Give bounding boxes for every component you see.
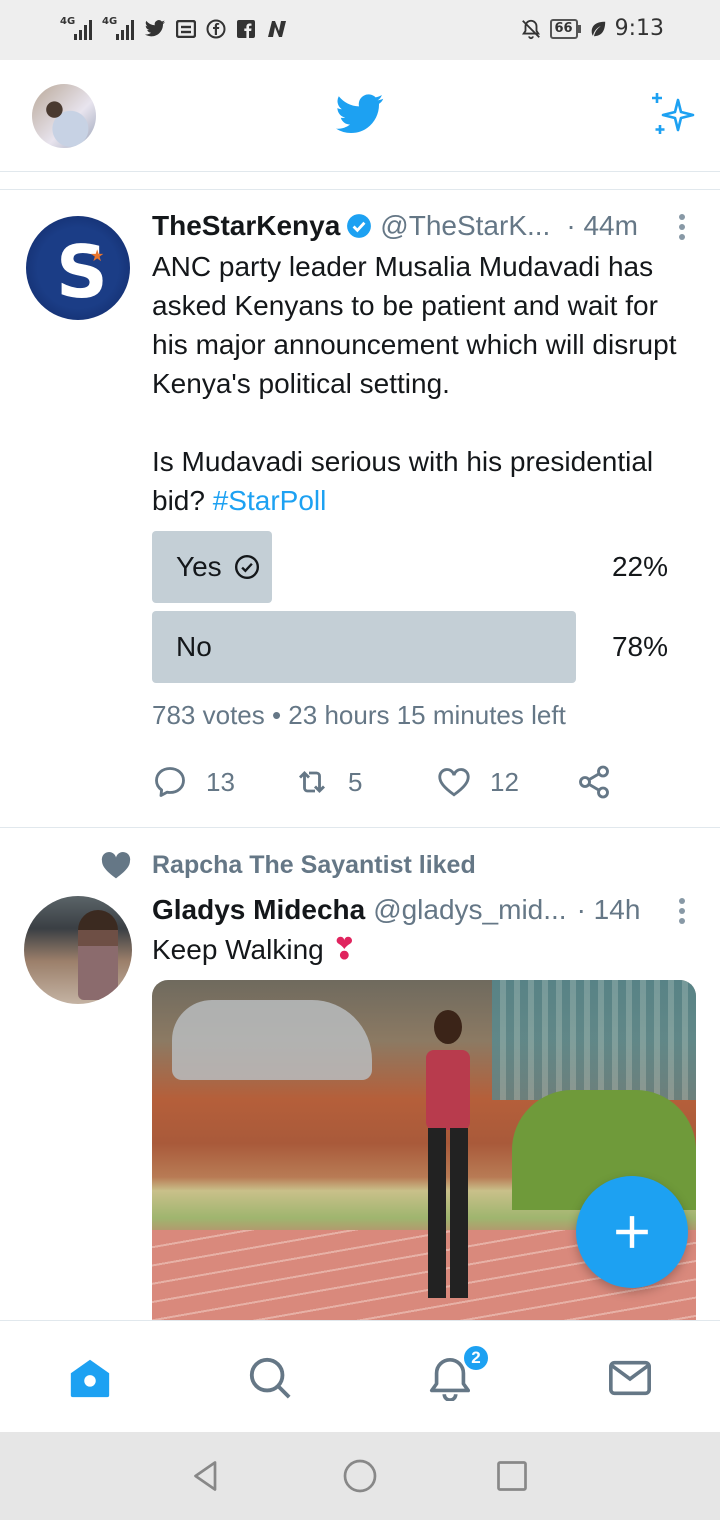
signal-icon: 4G [60,16,92,40]
feed-divider [0,189,720,190]
tweet-timestamp[interactable]: · 44m [566,210,638,242]
like-button[interactable]: 12 [436,764,519,800]
poll-percent: 78% [611,631,668,662]
system-navigation-bar [0,1432,720,1520]
tweet-header: Gladys Midecha @gladys_mid... · 14h [152,890,640,930]
bottom-navigation [0,1320,720,1432]
tweet-text: Keep Walking ❣ [152,933,357,966]
feed-divider [0,827,720,828]
tweet-author-handle[interactable]: @gladys_mid... [373,894,566,926]
poll-meta: 783 votes • 23 hours 15 minutes left [152,700,566,730]
verified-badge-icon [347,214,372,238]
tweet-avatar[interactable] [24,896,132,1004]
share-icon [579,765,609,799]
status-right-icons: 66 9:13 [520,16,664,41]
retweet-icon [298,770,326,794]
reply-icon [155,767,185,797]
message-icon [176,20,196,38]
plus-icon [616,1216,648,1248]
poll-bar [152,611,577,683]
tweet-header: TheStarKenya @TheStarK... · 44m [152,206,638,246]
notifications-badge: 2 [462,1344,490,1372]
poll-option-yes: Yes 22% [152,531,696,603]
nav-messages[interactable] [607,1355,653,1401]
tweet-text: ANC party leader Musalia Mudavadi has as… [152,251,677,516]
signal-icon: 4G [102,16,134,40]
messages-icon [609,1360,651,1396]
reply-button[interactable]: 13 [152,764,235,800]
retweet-button[interactable]: 5 [294,764,362,800]
nav-search[interactable] [247,1355,293,1401]
status-left-icons: 4G 4G [60,16,288,40]
home-circle-icon[interactable] [342,1458,378,1494]
hashtag-link[interactable]: #StarPoll [213,485,327,516]
n-app-icon [268,21,286,37]
share-button[interactable] [576,764,612,800]
nav-home[interactable] [67,1355,113,1401]
back-icon[interactable] [188,1458,224,1494]
clock: 9:13 [614,16,664,41]
top-app-bar [0,60,720,172]
heart-exclamation-emoji: ❣ [331,933,357,966]
recents-icon[interactable] [494,1458,530,1494]
profile-avatar[interactable] [32,84,96,148]
compose-tweet-button[interactable] [576,1176,688,1288]
tweet-author-name[interactable]: TheStarKenya [152,210,340,242]
social-context: Rapcha The Sayantist liked [100,850,476,880]
leaf-icon [591,21,605,36]
tweet-author-name[interactable]: Gladys Midecha [152,894,365,926]
home-icon [70,1359,110,1398]
heart-icon [438,768,470,797]
facebook-icon [237,20,255,38]
sparkle-icon[interactable] [648,92,696,140]
poll-percent: 22% [611,551,668,582]
status-bar: 4G 4G 66 9:13 [0,0,720,60]
facebook-icon [206,19,226,39]
twitter-icon [144,20,166,37]
tweet-actions: 13 5 12 [152,764,622,812]
twitter-bird-icon[interactable] [336,94,384,134]
more-options-icon[interactable] [678,898,686,924]
battery-icon: 66 [549,18,581,39]
search-icon [249,1357,291,1399]
more-options-icon[interactable] [678,214,686,240]
heart-filled-icon [101,852,131,879]
voted-check-icon [234,554,259,580]
poll-option-no: No 78% [152,611,696,683]
tweet-timestamp[interactable]: · 14h [577,894,641,926]
tweet-author-handle[interactable]: @TheStarK... [380,210,550,242]
mute-icon [521,19,540,39]
tweet-avatar[interactable]: S ★ [26,216,130,320]
